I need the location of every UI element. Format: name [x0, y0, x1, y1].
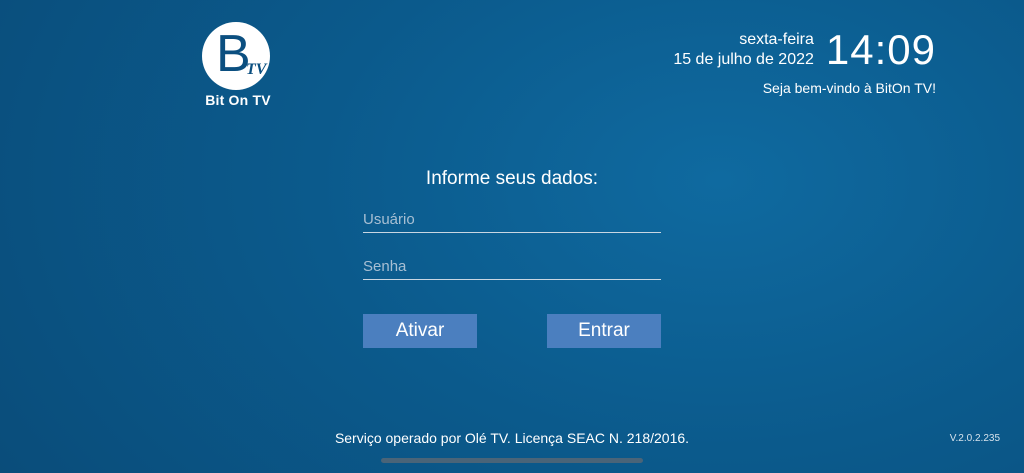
form-buttons: Ativar Entrar [363, 314, 661, 348]
date-block: sexta-feira 15 de julho de 2022 [673, 30, 814, 70]
logo-tv-mark: TV [246, 61, 267, 78]
username-field-container [363, 206, 661, 233]
home-indicator[interactable] [381, 458, 643, 463]
version-label: V.2.0.2.235 [949, 433, 1000, 444]
password-field-container [363, 253, 661, 280]
username-input[interactable] [363, 206, 661, 232]
date-label: 15 de julho de 2022 [673, 51, 814, 68]
weekday-label: sexta-feira [739, 31, 814, 48]
form-title: Informe seus dados: [425, 168, 599, 189]
welcome-message: Seja bem-vindo à BitOn TV! [762, 80, 936, 96]
activate-button[interactable]: Ativar [363, 314, 477, 348]
logo-circle: B TV [202, 22, 270, 90]
brand-logo: B TV Bit On TV [198, 22, 278, 112]
brand-name: Bit On TV [205, 92, 271, 108]
login-form: Informe seus dados: Ativar Entrar [363, 168, 661, 348]
clock-time: 14:09 [825, 26, 936, 73]
date-time-display: sexta-feira 15 de julho de 2022 14:09 [673, 28, 936, 72]
password-input[interactable] [363, 253, 661, 279]
service-notice: Serviço operado por Olé TV. Licença SEAC… [334, 430, 690, 446]
enter-button[interactable]: Entrar [547, 314, 661, 348]
